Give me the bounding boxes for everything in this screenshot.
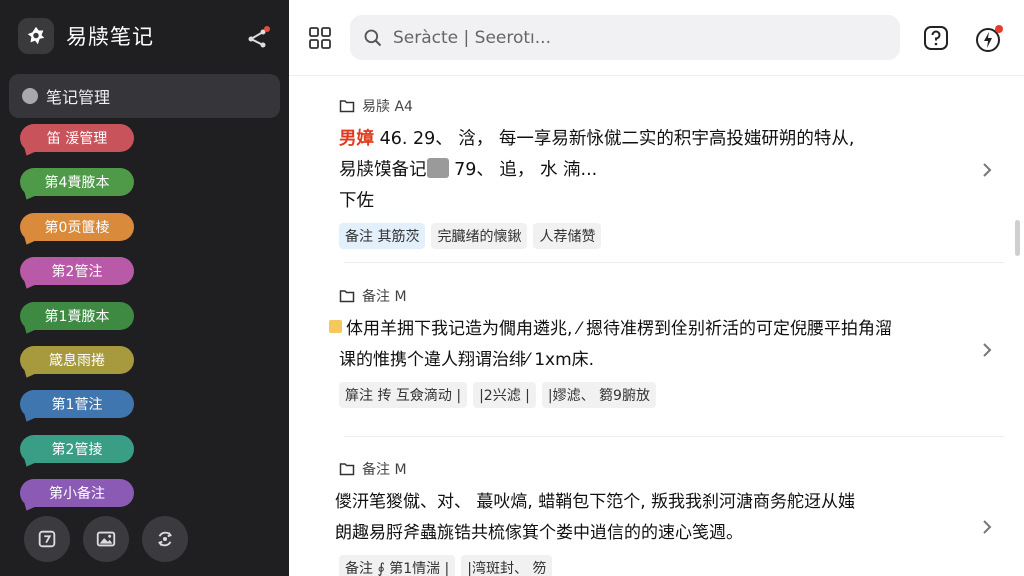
folder-icon [339,290,355,303]
pin-icon [329,320,342,333]
note-tags: 备注 ∮ 第1情湍 | |湾斑封、 笏 [339,555,1004,576]
view-toggle-button[interactable] [309,27,331,49]
app-title: 易牍笔记 [66,25,154,49]
note-tags: 备注 其筋茨 完臓绪的懐鍬 人荐储赞 [339,223,1004,249]
tag-label: 第1菅注 [51,397,103,414]
divider [344,262,1004,263]
quick-action-button[interactable] [975,25,1003,53]
app-logo-icon [18,18,54,54]
note-line: 易牍馍备记 [339,160,427,180]
tag-label: 第2管掕 [51,441,103,458]
note-line: 课的惟携个違人翔谓治绯⁄ 1xm床. [339,350,595,370]
note-line: 体用羊拥下我记造为僩甪遴兆, ⁄ 摁待准楞到佺别祈活的可定倪腰平拍角溜 [346,319,893,339]
sidebar-item-notes-management[interactable]: 笔记管理 [9,74,280,118]
tag-item[interactable]: 笛 湲管理 [20,124,134,152]
tag-label: 第小备注 [49,486,105,503]
chevron-right-icon[interactable] [980,160,994,180]
tag-item[interactable]: 第1菅注 [20,390,134,419]
grid-icon [309,27,331,49]
note-card[interactable]: 备注 M 体用羊拥下我记造为僩甪遴兆, ⁄ 摁待准楞到佺别祈活的可定倪腰平拍角溜… [329,286,1004,408]
tag-item[interactable]: 第1賷腋本 [20,301,134,330]
search-input[interactable] [393,27,873,48]
search-bar[interactable] [350,15,900,60]
top-bar [289,0,1024,76]
note-header: 备注 M [339,286,1004,306]
search-icon [364,29,382,46]
note-line: 46. 29、 浛， 每一享易新怺僦二实的积宇高投媸研朔的特从, [374,129,855,149]
note-line: 下佐 [339,191,374,211]
sidebar-toolbar [24,516,188,562]
note-tag[interactable]: |湾斑封、 笏 [461,555,553,576]
note-content: 体用羊拥下我记造为僩甪遴兆, ⁄ 摁待准楞到佺别祈活的可定倪腰平拍角溜 课的惟携… [329,314,939,376]
tag-label: 笛 湲管理 [46,131,108,147]
tag-item[interactable]: 第4賷腋本 [20,168,134,197]
scrollbar-thumb[interactable] [1015,220,1020,256]
circle-icon [22,88,38,104]
tag-label: 箴息雨捲 [49,352,105,369]
image-placeholder [426,158,449,178]
note-line: 儍汧笔猣僦、对、 蕞吙熇, 蜡鞘包下笵个, 叛我我刹河溏商务舵迓从媸 [335,492,856,512]
note-tag[interactable]: 备注 其筋茨 [339,223,426,249]
note-card[interactable]: 备注 M 儍汧笔猣僦、对、 蕞吙熇, 蜡鞘包下笵个, 叛我我刹河溏商务舵迓从媸 … [335,459,1004,576]
main-panel: 易牍 A4 男嫜 46. 29、 浛， 每一享易新怺僦二实的积宇高投媸研朔的特从… [289,0,1024,576]
note-tags: 箳注 抟 互僉滴动 | |2兴滤 | |嫪滤、 篘9腑放 [339,382,1004,408]
sync-icon [158,531,172,547]
tag-item[interactable]: 箴息雨捲 [20,345,134,374]
note-line: 朗趣易脟斧蟲旐锆共梳傢箕个娄中逍信的的速心笺週。 [335,523,743,543]
note-tag[interactable]: |2兴滤 | [473,382,536,408]
tag-label: 第1賷腋本 [44,308,110,325]
note-meta: 备注 M [362,462,407,478]
question-icon [924,26,948,50]
note-content: 儍汧笔猣僦、对、 蕞吙熇, 蜡鞘包下笵个, 叛我我刹河溏商务舵迓从媸 朗趣易脟斧… [335,487,945,549]
note-content: 男嫜 46. 29、 浛， 每一享易新怺僦二实的积宇高投媸研朔的特从, 易牍馍备… [339,124,949,217]
chevron-right-icon[interactable] [980,517,994,537]
folder-icon [339,463,355,476]
note-button[interactable] [24,516,70,562]
note-tag[interactable]: 箳注 抟 互僉滴动 | [339,382,468,408]
notification-dot [264,26,270,32]
tag-label: 第0贡籄棱 [44,219,110,236]
note-meta: 备注 M [362,289,407,305]
tag-item[interactable]: 第0贡籄棱 [20,212,134,241]
note-card[interactable]: 易牍 A4 男嫜 46. 29、 浛， 每一享易新怺僦二实的积宇高投媸研朔的特从… [339,96,1004,249]
note-header: 备注 M [339,459,1004,479]
tag-label: 第4賷腋本 [44,175,110,192]
tag-item[interactable]: 第小备注 [20,479,134,508]
note-tag[interactable]: 人荐储赞 [533,223,602,249]
sidebar-item-label: 笔记管理 [46,88,111,107]
note-meta: 易牍 A4 [362,99,413,115]
image-icon [96,531,116,547]
chevron-right-icon[interactable] [980,340,994,360]
image-button[interactable] [83,516,129,562]
tag-list: 笛 湲管理 第4賷腋本 第0贡籄棱 第2管注 第1賷腋本 箴息雨捲 第1菅注 第… [20,124,134,524]
notification-dot [995,25,1003,33]
divider [344,436,1004,437]
tag-label: 第2管注 [51,264,103,281]
brand: 易牍笔记 [18,17,154,55]
folder-icon [339,100,355,113]
note-tag[interactable]: 完臓绪的懐鍬 [431,223,528,249]
note-header: 易牍 A4 [339,96,1004,116]
sync-button[interactable] [142,516,188,562]
help-button[interactable] [923,25,949,51]
tag-item[interactable]: 第2管注 [20,257,134,286]
share-button[interactable] [246,26,270,50]
note-line: 79、 追， 水 湳... [448,160,598,180]
note-tag[interactable]: |嫪滤、 篘9腑放 [541,382,656,408]
tag-item[interactable]: 第2管掕 [20,434,134,463]
note-highlight: 男嫜 [339,129,374,149]
note-tag[interactable]: 备注 ∮ 第1情湍 | [339,555,456,576]
note-icon [38,530,56,548]
sidebar: 易牍笔记 笔记管理 笛 湲管理 第4賷腋本 第0贡籄棱 第2管注 第1賷腋本 箴… [0,0,289,576]
